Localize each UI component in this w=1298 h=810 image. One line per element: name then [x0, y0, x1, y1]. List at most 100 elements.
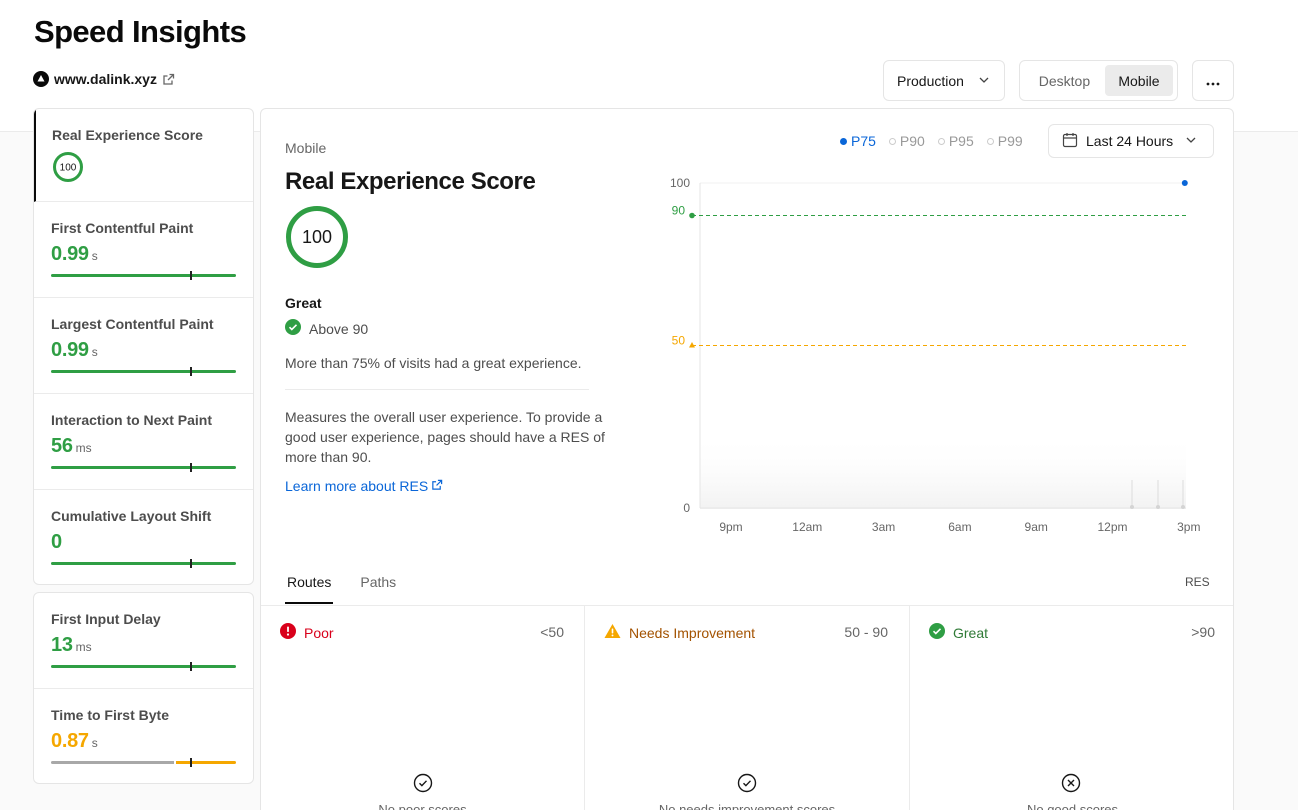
time-range-label: Last 24 Hours — [1086, 133, 1174, 149]
metric-bar — [51, 559, 236, 568]
check-circle-filled-icon — [929, 623, 945, 642]
metric-bar-marker — [190, 662, 192, 671]
description-text: Measures the overall user experience. To… — [285, 409, 605, 465]
metric-bar-marker — [190, 758, 192, 767]
bucket-name: Needs Improvement — [629, 624, 756, 641]
metric-bar — [51, 463, 236, 472]
percentile-label: P99 — [997, 133, 1023, 149]
percentile-p75[interactable]: P75 — [840, 133, 876, 149]
check-circle-icon — [413, 773, 433, 798]
device-toggle: Desktop Mobile — [1019, 60, 1178, 101]
external-link-icon — [162, 73, 175, 86]
alert-circle-icon — [280, 623, 296, 642]
metric-time-to-first-byte[interactable]: Time to First Byte 0.87 s — [34, 689, 253, 783]
calendar-icon — [1062, 132, 1078, 151]
score-ring-small: 100 — [52, 151, 236, 188]
ellipsis-icon — [1206, 73, 1220, 89]
chevron-down-icon — [978, 73, 990, 89]
page-title: Speed Insights — [34, 14, 247, 49]
metric-label: Largest Contentful Paint — [51, 316, 214, 332]
metric-interaction-to-next-paint[interactable]: Interaction to Next Paint 56 ms — [34, 394, 253, 490]
detail-subtitle: Mobile — [285, 140, 327, 156]
time-range-select[interactable]: Last 24 Hours — [1048, 124, 1214, 158]
metric-bar — [51, 271, 236, 280]
bucket-header: Great — [929, 623, 988, 642]
metric-bar-marker — [190, 559, 192, 568]
grade-label: Great — [285, 295, 322, 311]
bucket-empty-text: No poor scores — [378, 802, 467, 810]
metric-value: 0.87 — [51, 730, 89, 752]
x-circle-icon — [1061, 773, 1081, 798]
metric-first-contentful-paint[interactable]: First Contentful Paint 0.99 s — [34, 202, 253, 298]
x-tick-label: 3am — [872, 520, 895, 534]
metric-value: 0.99 — [51, 339, 89, 361]
metric-value: 0.99 — [51, 243, 89, 265]
data-point — [1181, 180, 1188, 186]
breakdown-tabs: Routes Paths — [285, 572, 398, 604]
detail-title: Real Experience Score — [285, 168, 536, 195]
chart-spike-dot — [1130, 505, 1134, 509]
legend-dot — [937, 137, 945, 145]
metric-bar — [51, 662, 236, 671]
percentile-label: P75 — [851, 133, 876, 149]
threshold-label: 50 — [672, 334, 686, 348]
bucket-header: Poor — [280, 623, 334, 642]
domain-label: www.dalink.xyz — [54, 71, 157, 87]
metric-largest-contentful-paint[interactable]: Largest Contentful Paint 0.99 s — [34, 298, 253, 394]
bucket-range: 50 - 90 — [844, 624, 888, 640]
bucket-empty-text: No needs improvement scores — [658, 802, 836, 810]
metric-unit: s — [91, 345, 98, 359]
metric-bar-marker — [190, 367, 192, 376]
metric-bar — [51, 367, 236, 376]
percentile-legend: P75 P90 P95 P99 — [840, 133, 1023, 149]
tab-paths[interactable]: Paths — [358, 572, 398, 604]
res-chart: 0 100 9pm 12am 3am 6am 9am 12pm 3pm 90 50 — [670, 176, 1201, 534]
more-options-button[interactable] — [1192, 60, 1234, 101]
metric-bar-marker — [190, 463, 192, 472]
metric-label: Real Experience Score — [52, 127, 203, 143]
threshold-label: Above 90 — [309, 320, 369, 337]
warning-triangle-icon — [604, 623, 621, 642]
project-domain-link[interactable]: www.dalink.xyz — [33, 71, 175, 87]
chart-area-fade — [700, 433, 1186, 509]
y-tick-label: 0 — [683, 501, 690, 515]
threshold-marker — [689, 342, 695, 348]
percentile-label: P90 — [899, 133, 925, 149]
bucket-range: <50 — [540, 624, 564, 640]
learn-more-link[interactable]: Learn more about RES — [285, 478, 443, 494]
metric-label: Time to First Byte — [51, 707, 169, 723]
threshold-label: 90 — [672, 204, 686, 218]
tab-routes[interactable]: Routes — [285, 572, 334, 604]
metric-real-experience-score[interactable]: Real Experience Score 100 — [34, 109, 253, 202]
other-metrics-card: First Input Delay 13 ms Time to First Byt… — [33, 592, 254, 784]
metric-value: 13 — [51, 634, 73, 656]
metric-cumulative-layout-shift[interactable]: Cumulative Layout Shift 0 — [34, 490, 253, 584]
device-mobile-option[interactable]: Mobile — [1104, 65, 1173, 96]
device-desktop-option[interactable]: Desktop — [1024, 65, 1105, 96]
metric-unit: s — [91, 249, 98, 263]
divider — [285, 389, 589, 390]
score-ring-small-value: 100 — [60, 163, 77, 174]
environment-select[interactable]: Production — [883, 60, 1005, 101]
external-link-icon — [431, 478, 443, 494]
check-circle-icon — [737, 773, 757, 798]
percentile-p90[interactable]: P90 — [888, 133, 925, 149]
learn-more-label: Learn more about RES — [285, 478, 429, 494]
percentile-p99[interactable]: P99 — [986, 133, 1023, 149]
metric-unit: s — [91, 736, 98, 750]
percentile-p95[interactable]: P95 — [937, 133, 974, 149]
core-metrics-card: Real Experience Score 100 First Contentf… — [33, 108, 254, 585]
x-tick-label: 12am — [792, 520, 822, 534]
bucket-poor: Poor <50 No poor scores — [261, 606, 585, 810]
y-tick-label: 100 — [670, 176, 690, 190]
metric-bar-marker — [190, 271, 192, 280]
detail-panel: Mobile Real Experience Score 100 Great A… — [260, 108, 1234, 810]
x-tick-label: 9pm — [719, 520, 742, 534]
x-tick-label: 3pm — [1177, 520, 1200, 534]
bucket-header: Needs Improvement — [604, 623, 755, 642]
legend-dot — [986, 137, 994, 145]
legend-dot — [840, 137, 847, 145]
chart-spike-dot — [1181, 505, 1185, 509]
bucket-great: Great >90 No good scores — [910, 606, 1233, 810]
metric-first-input-delay[interactable]: First Input Delay 13 ms — [34, 593, 253, 689]
